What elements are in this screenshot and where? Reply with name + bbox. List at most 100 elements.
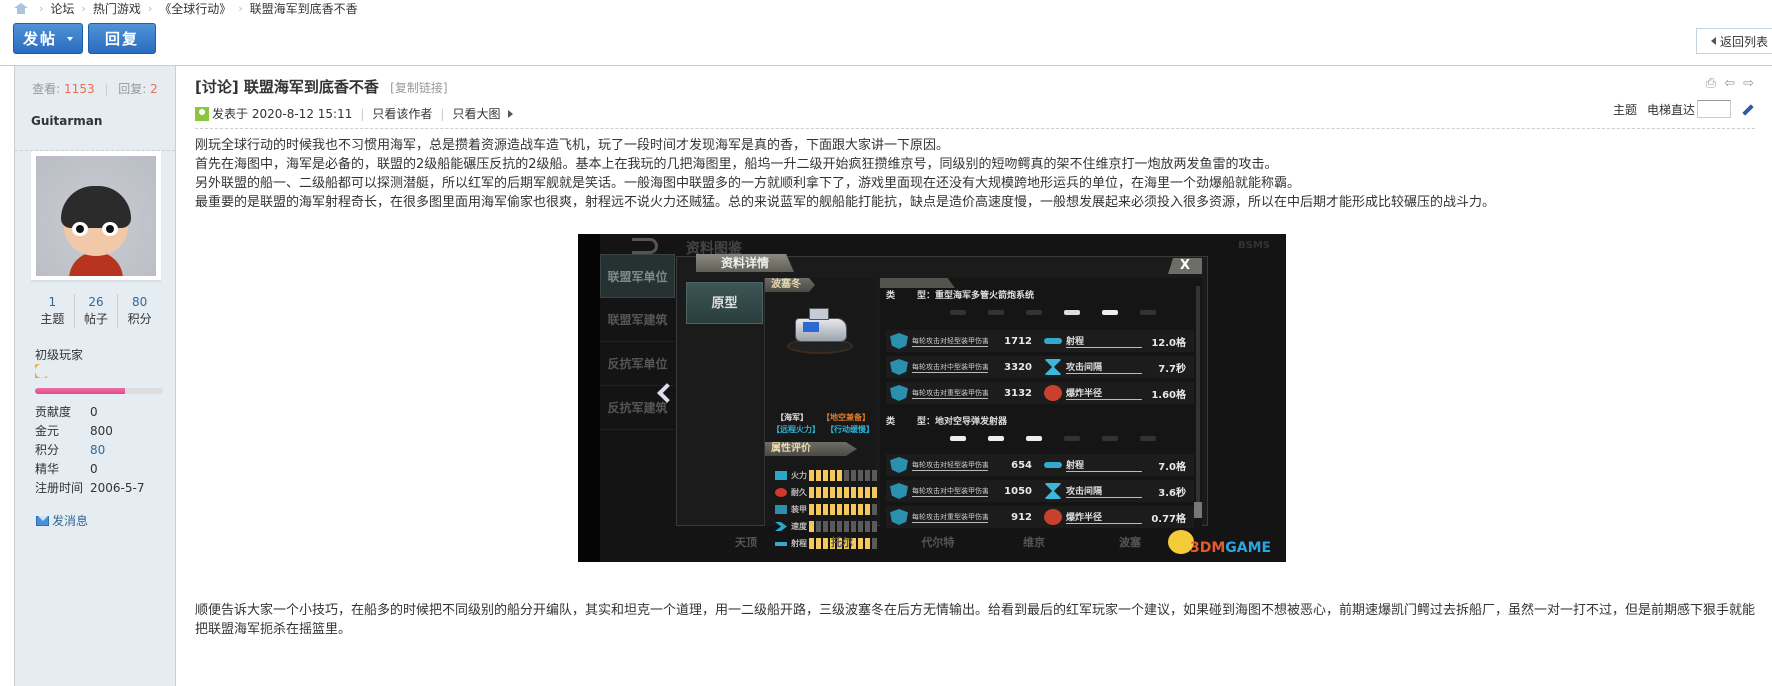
weapon-stat-row: 每轮攻击对重型装甲伤害 3132 爆炸半径 1.60格 [886, 382, 1194, 404]
send-message-label: 发消息 [52, 514, 89, 528]
attr-pip [851, 521, 856, 532]
explosion-icon [1044, 385, 1062, 401]
explosion-icon [1044, 509, 1062, 525]
user-rank[interactable]: 初级玩家 [35, 346, 83, 363]
replies-label: 回复: [118, 82, 147, 96]
unit-tab: 代尔特 [921, 536, 955, 549]
paragraph: 刚玩全球行动的时候我也不习惯用海军，总是攒着资源造战车造飞机，玩了一段时间才发现… [195, 138, 950, 153]
thread-counts: 查看: 1153 | 回复: 2 [15, 80, 175, 97]
game-unit-name: 波塞冬 [765, 278, 815, 292]
info-value[interactable]: 80 [90, 443, 105, 457]
copy-link[interactable]: [复制链接] [390, 81, 447, 95]
floor-jump-input[interactable] [1697, 100, 1731, 118]
attr-pip [844, 521, 849, 532]
info-key: 积分 [35, 443, 60, 457]
divider: | [104, 82, 109, 96]
attr-pip [872, 504, 877, 515]
previous-thread-icon[interactable]: ⇦ [1724, 76, 1735, 91]
weapon-stat-row: 每轮攻击对中型装甲伤害 1050 攻击间隔 3.6秒 [886, 480, 1194, 502]
attr-pip [865, 521, 870, 532]
views-count: 1153 [64, 82, 95, 96]
attr-name: 装甲 [791, 505, 807, 514]
weapon-targets [950, 310, 1156, 315]
attr-pip [865, 470, 870, 481]
range-icon [1044, 462, 1062, 468]
game-tab: 资料详情 [696, 254, 794, 272]
attr-pips [809, 504, 877, 515]
breadcrumb-forum[interactable]: 论坛 [50, 0, 74, 17]
attr-pip [858, 470, 863, 481]
heart-icon [775, 488, 787, 497]
attr-pip [872, 470, 877, 481]
breadcrumb-separator: › [238, 1, 243, 15]
unit-tab: 波塞 [1119, 536, 1141, 549]
attr-row: 耐久 [765, 485, 877, 500]
stat-threads[interactable]: 1 主题 [31, 294, 75, 328]
replies-count: 2 [150, 82, 158, 96]
floor-jump-label: 电梯直达 [1646, 102, 1695, 117]
only-author-link[interactable]: 只看该作者 [372, 105, 432, 122]
moon-icon [35, 364, 49, 378]
attr-pip [858, 504, 863, 515]
post-title-row: [讨论] 联盟海军到底香不香 [复制链接] [195, 76, 448, 97]
attr-pip [837, 504, 842, 515]
game-weapons-title [880, 278, 955, 288]
play-icon[interactable] [508, 109, 514, 118]
game-proto-tab: 原型 [686, 282, 763, 324]
breadcrumb-separator: › [81, 1, 86, 15]
reply-button[interactable]: 回复 [88, 23, 156, 54]
paragraph: 顺便告诉大家一个小技巧，在船多的时候把不同级别的船分开编队，其实和坦克一个道理，… [195, 603, 1756, 637]
attr-name: 耐久 [791, 488, 807, 497]
author-info: 贡献度 0 金元 800 积分 80 精华 0 注册时间 2006-5-7 [35, 402, 144, 497]
only-big-image-link[interactable]: 只看大图 [452, 105, 500, 122]
info-value: 2006-5-7 [90, 480, 145, 495]
avatar[interactable] [31, 151, 161, 282]
attr-name: 火力 [791, 471, 807, 480]
breadcrumb-hot-games[interactable]: 热门游戏 [93, 0, 141, 17]
attr-pip [816, 487, 821, 498]
paragraph: 另外联盟的船一、二级船都可以探测潜艇，所以红军的后期军舰就是笑话。一般海图中联盟… [195, 176, 1301, 191]
back-to-list-label: 返回列表 [1720, 34, 1769, 49]
stat-label: 积分 [127, 312, 152, 326]
post-tools: ⎙ ⇦ ⇨ [1706, 76, 1754, 91]
attr-row: 速度 [765, 519, 877, 534]
go-icon[interactable] [1741, 101, 1755, 117]
attr-pip [858, 487, 863, 498]
divider: | [440, 106, 445, 121]
post-title: [讨论] 联盟海军到底香不香 [195, 78, 379, 96]
info-value: 0 [90, 461, 98, 476]
tag: 【海军】 [776, 413, 808, 422]
shield-icon [890, 385, 908, 401]
online-user-icon [195, 106, 209, 121]
attr-pip [858, 521, 863, 532]
game-nav-item: 反抗军单位 [600, 342, 675, 386]
info-row: 注册时间 2006-5-7 [35, 478, 144, 497]
attr-pip [823, 504, 828, 515]
weapon-stat-row: 每轮攻击对中型装甲伤害 3320 攻击间隔 7.7秒 [886, 356, 1194, 378]
back-to-list-button[interactable]: 返回列表 [1696, 28, 1772, 54]
author-username[interactable]: Guitarman [31, 114, 102, 128]
game-unit-tags: 【海军】 【地空兼备】 【远程火力】 【行动缓慢】 [769, 412, 877, 436]
stat-value: 80 [132, 295, 148, 309]
print-icon[interactable]: ⎙ [1706, 76, 1716, 91]
attr-pip [837, 521, 842, 532]
breadcrumb-current-thread[interactable]: 联盟海军到底香不香 [250, 0, 358, 17]
weapon-stat-row: 每轮攻击对轻型装甲伤害 1712 射程 12.0格 [886, 330, 1194, 352]
attr-pip [830, 504, 835, 515]
attr-pip [844, 487, 849, 498]
breadcrumb-separator: › [39, 1, 44, 15]
attr-pip [851, 470, 856, 481]
rank-progress-fill [35, 388, 125, 394]
attr-row: 装甲 [765, 502, 877, 517]
info-value: 800 [90, 423, 113, 438]
breadcrumb-game-board[interactable]: 《全球行动》 [159, 0, 231, 17]
game-screenshot[interactable]: 资料图鉴 BSMS 联盟军单位 联盟军建筑 反抗军单位 反抗军建筑 资料详情 X… [578, 234, 1286, 562]
stat-points[interactable]: 80 积分 [118, 294, 161, 328]
stat-posts[interactable]: 26 帖子 [75, 294, 119, 328]
attr-pip [809, 470, 814, 481]
send-message-link[interactable]: 发消息 [36, 512, 88, 529]
game-weapons: 类型：重型海军多管火箭炮系统 每轮攻击对轻型装甲伤害 1712 射程 12.0格 每轮… [880, 278, 1202, 528]
next-thread-icon[interactable]: ⇨ [1743, 76, 1754, 91]
new-post-button[interactable]: 发帖 [13, 23, 83, 54]
home-icon[interactable] [14, 2, 28, 14]
